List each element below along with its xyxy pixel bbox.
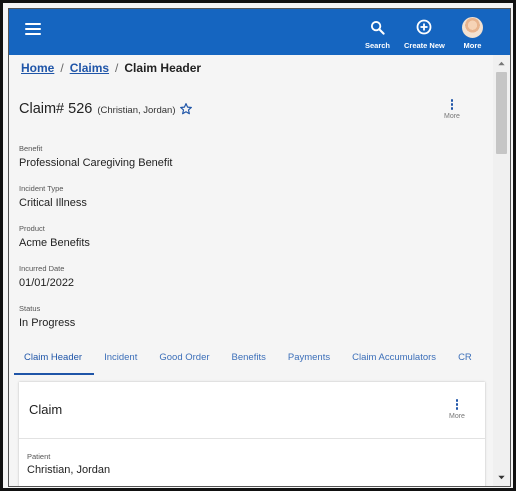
field-value: Acme Benefits [19,237,90,249]
active-tab-indicator [14,373,94,375]
create-new-button[interactable]: Create New [404,17,445,50]
create-new-label: Create New [404,41,445,50]
hamburger-menu-icon[interactable] [25,23,41,39]
search-icon [368,17,388,37]
field-value: Critical Illness [19,197,87,209]
kebab-icon [455,399,459,411]
field-label: Incurred Date [19,264,65,273]
divider [19,438,485,439]
field-label: Incident Type [19,184,64,193]
claim-more-button[interactable]: More [444,99,460,120]
field-value: In Progress [19,317,76,329]
card-title: Claim [29,402,63,417]
page-title: Claim# 526 (Christian, Jordan) [19,101,175,117]
field-label: Benefit [19,144,43,153]
breadcrumb: Home / Claims / Claim Header [21,61,201,75]
top-app-bar: Search Create New More [9,9,510,55]
breadcrumb-home-link[interactable]: Home [21,61,54,75]
screenshot-frame: Search Create New More Home / Claims / C… [0,0,516,491]
breadcrumb-current: Claim Header [124,61,202,75]
vertical-scrollbar[interactable] [493,55,510,486]
patient-field: Patient Christian, Jordan [27,452,110,476]
scroll-up-arrow-icon[interactable] [497,59,506,68]
tab-claim-accumulators[interactable]: Claim Accumulators [352,343,436,375]
claim-patient: (Christian, Jordan) [97,105,176,116]
tab-payments[interactable]: Payments [288,343,330,375]
card-more-button[interactable]: More [449,399,465,420]
breadcrumb-claims-link[interactable]: Claims [70,61,109,75]
claim-number: Claim# 526 [19,101,93,117]
search-label: Search [365,41,391,50]
field-label: Patient [27,452,51,461]
breadcrumb-separator: / [115,61,119,75]
claim-card: Claim More Patient Christian, Jordan [19,382,485,486]
more-label: More [463,41,482,50]
claim-more-label: More [444,113,460,121]
field-value: Christian, Jordan [27,464,111,476]
incurred-date-field: Incurred Date 01/01/2022 [19,264,74,289]
user-avatar [462,17,483,38]
tab-incident[interactable]: Incident [104,343,137,375]
kebab-icon [450,99,454,111]
app-window: Search Create New More Home / Claims / C… [8,8,511,487]
scrollbar-thumb[interactable] [496,72,507,154]
field-label: Status [19,304,41,313]
benefit-field: Benefit Professional Caregiving Benefit [19,144,172,169]
star-icon[interactable] [179,102,193,116]
tab-good-order[interactable]: Good Order [159,343,209,375]
search-button[interactable]: Search [365,17,390,50]
incident-type-field: Incident Type Critical Illness [19,184,87,209]
field-label: Product [19,224,45,233]
plus-circle-icon [414,17,434,37]
status-field: Status In Progress [19,304,75,329]
tab-claim-header[interactable]: Claim Header [24,343,82,375]
scroll-down-arrow-icon[interactable] [497,473,506,482]
field-value: 01/01/2022 [19,277,75,289]
tab-bar: Claim Header Incident Good Order Benefit… [13,343,493,375]
breadcrumb-separator: / [60,61,64,75]
tab-cr[interactable]: CR [458,343,472,375]
main-content: Home / Claims / Claim Header Claim# 526 … [9,55,493,486]
user-menu-button[interactable]: More [462,17,483,50]
product-field: Product Acme Benefits [19,224,90,249]
field-value: Professional Caregiving Benefit [19,157,173,169]
tab-benefits[interactable]: Benefits [232,343,266,375]
card-more-label: More [449,413,465,421]
